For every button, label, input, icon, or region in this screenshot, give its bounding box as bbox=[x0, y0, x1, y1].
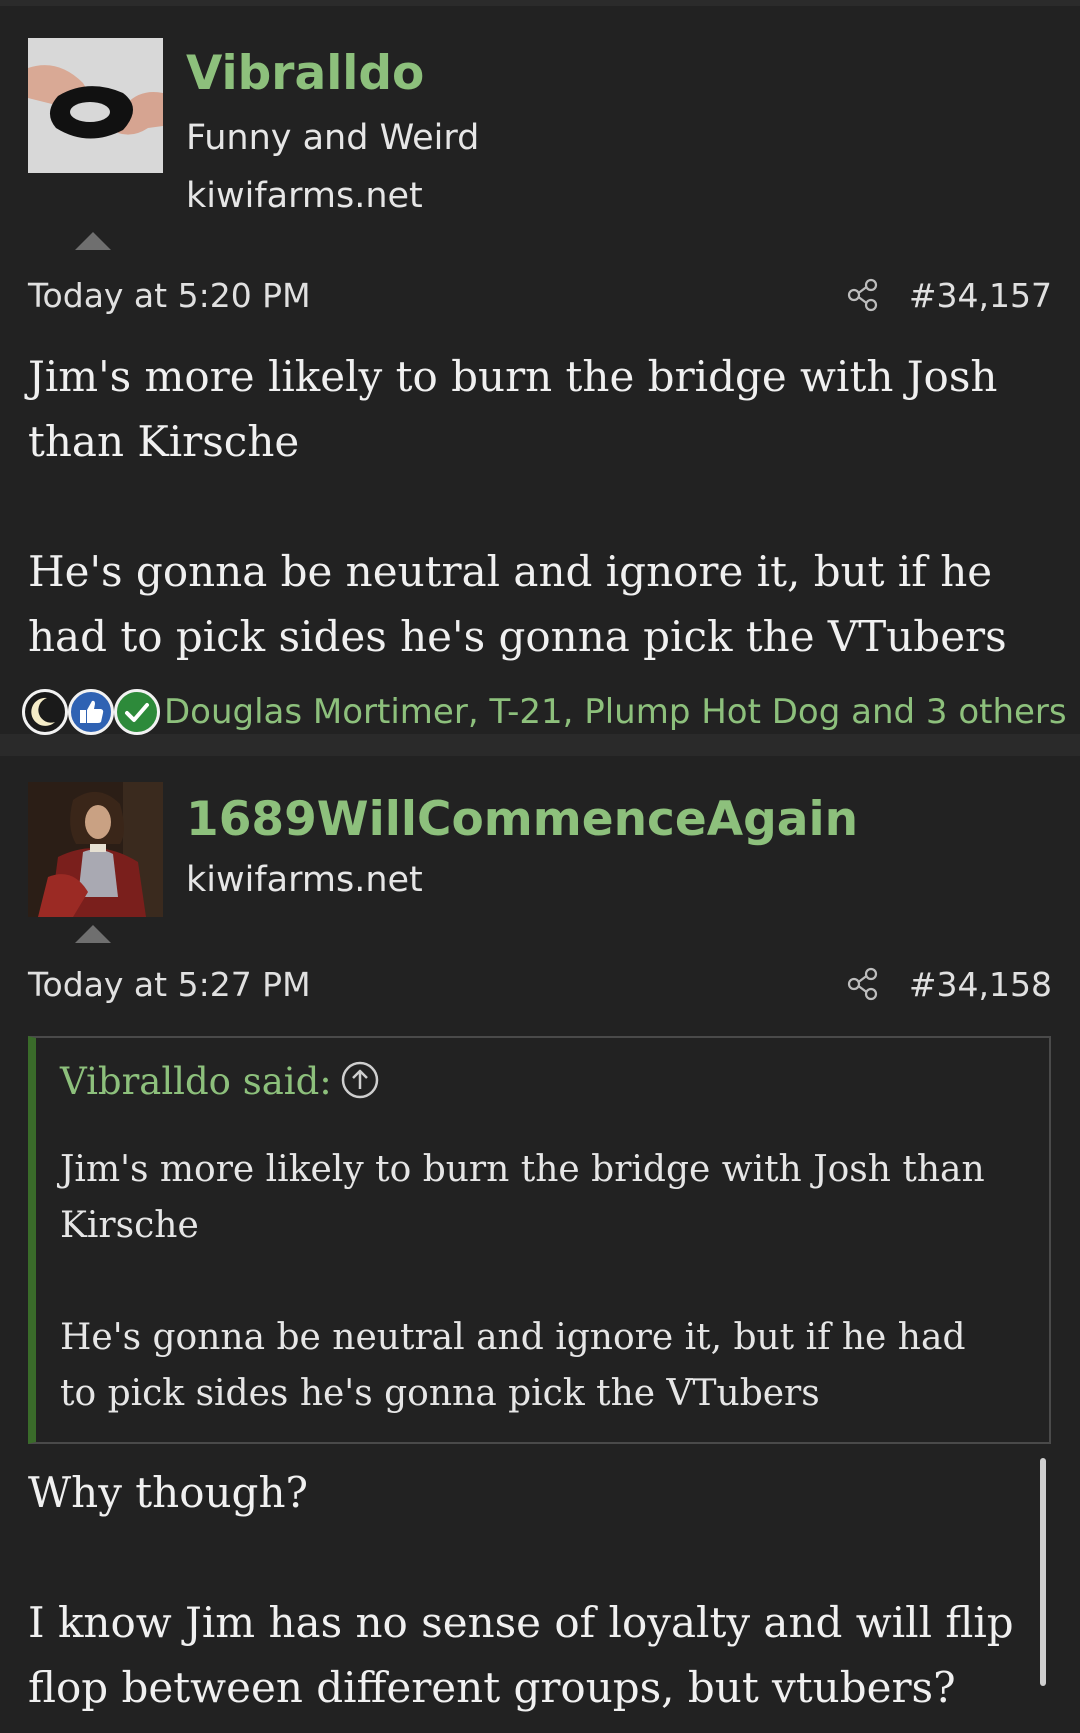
moon-reaction-icon bbox=[22, 689, 68, 735]
avatar[interactable] bbox=[28, 38, 163, 173]
post-body: Jim's more likely to burn the bridge wit… bbox=[28, 344, 1040, 669]
caret-up-icon bbox=[75, 925, 111, 943]
quote-body: Jim's more likely to burn the bridge wit… bbox=[60, 1142, 1009, 1422]
user-title: Funny and Weird bbox=[186, 118, 480, 158]
quote-paragraph: He's gonna be neutral and ignore it, but… bbox=[60, 1317, 966, 1414]
post-34157: Vibralldo Funny and Weird kiwifarms.net … bbox=[0, 0, 1080, 735]
avatar[interactable] bbox=[28, 782, 163, 917]
share-icon[interactable] bbox=[846, 278, 880, 312]
scrollbar[interactable] bbox=[1040, 1458, 1046, 1686]
post-number[interactable]: #34,157 bbox=[909, 276, 1052, 315]
quote-paragraph: Jim's more likely to burn the bridge wit… bbox=[60, 1149, 985, 1246]
post-meta: Today at 5:20 PM #34,157 bbox=[28, 276, 1052, 320]
post-paragraph: Why though? bbox=[28, 1468, 309, 1517]
share-icon[interactable] bbox=[846, 967, 880, 1001]
username[interactable]: Vibralldo bbox=[186, 46, 424, 101]
username[interactable]: 1689WillCommenceAgain bbox=[186, 792, 858, 847]
quote-block: Vibralldo said: Jim's more likely to bur… bbox=[28, 1036, 1051, 1444]
post-body: Why though? I know Jim has no sense of l… bbox=[28, 1460, 1040, 1720]
site-label: kiwifarms.net bbox=[186, 860, 423, 900]
post-paragraph: I know Jim has no sense of loyalty and w… bbox=[28, 1598, 1014, 1712]
site-label: kiwifarms.net bbox=[186, 176, 423, 216]
avatar-image bbox=[28, 782, 163, 917]
thumbs-up-reaction-icon bbox=[68, 689, 114, 735]
avatar-image bbox=[28, 38, 163, 173]
reactions-bar[interactable]: Douglas Mortimer, T-21, Plump Hot Dog an… bbox=[22, 686, 1067, 740]
post-timestamp[interactable]: Today at 5:20 PM bbox=[28, 276, 311, 315]
reaction-users[interactable]: Douglas Mortimer, T-21, Plump Hot Dog an… bbox=[164, 692, 1067, 732]
post-number[interactable]: #34,158 bbox=[909, 965, 1052, 1004]
jump-to-quote-icon[interactable] bbox=[340, 1060, 380, 1100]
checkmark-reaction-icon bbox=[114, 689, 160, 735]
post-divider bbox=[0, 734, 1080, 756]
post-timestamp[interactable]: Today at 5:27 PM bbox=[28, 965, 311, 1004]
post-meta: Today at 5:27 PM #34,158 bbox=[28, 965, 1052, 1009]
caret-up-icon bbox=[75, 232, 111, 250]
post-paragraph: He's gonna be neutral and ignore it, but… bbox=[28, 547, 1007, 661]
post-paragraph: Jim's more likely to burn the bridge wit… bbox=[28, 352, 998, 466]
quote-author[interactable]: Vibralldo said: bbox=[60, 1060, 332, 1103]
